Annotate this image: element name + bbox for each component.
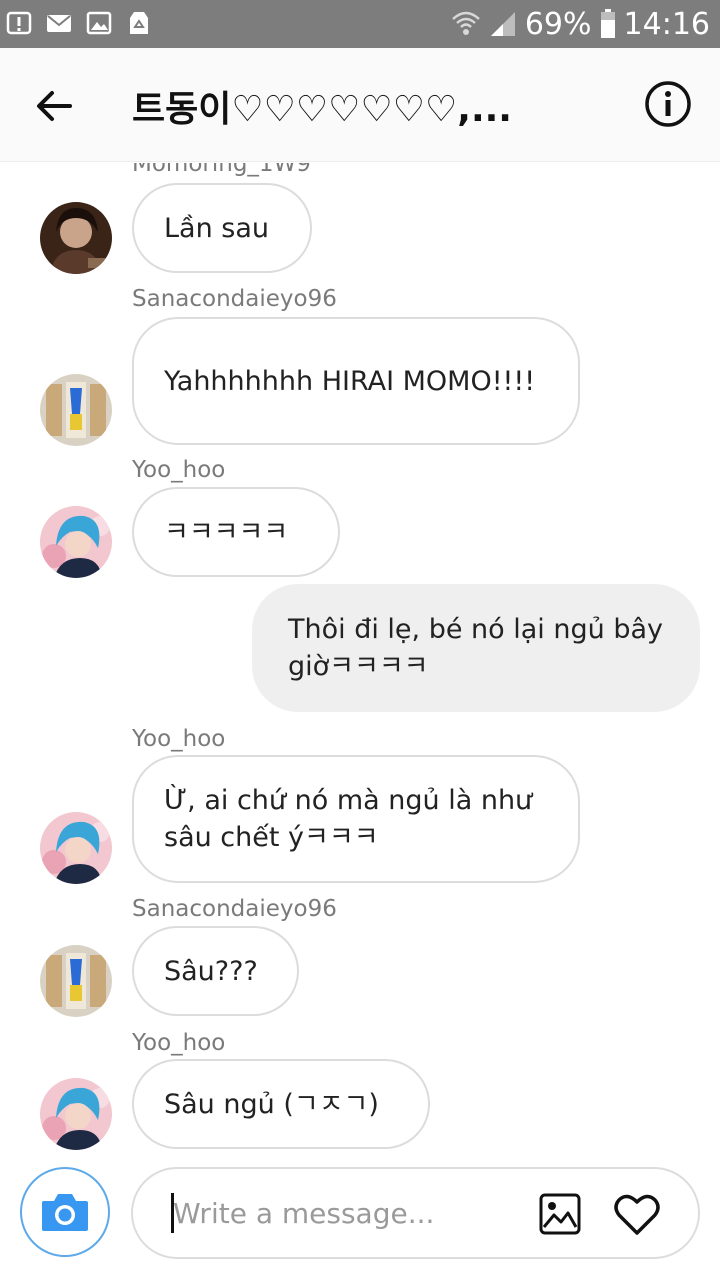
message-username: Yoo_hoo	[132, 457, 226, 483]
message-username: Yoo_hoo	[132, 1030, 226, 1056]
avatar-photo	[40, 812, 112, 884]
message-list[interactable]: Momoring_1W9 Lần sau Sanacondaieyo96 Yah…	[0, 163, 720, 1160]
battery-percent: 69%	[524, 6, 592, 42]
avatar-photo	[40, 506, 112, 578]
status-bar: 69% 14:16	[0, 0, 720, 48]
clock: 14:16	[623, 6, 710, 42]
message-username: Sanacondaieyo96	[132, 286, 337, 312]
message-composer	[0, 1160, 720, 1280]
message-text: Sâu???	[164, 955, 258, 987]
avatar[interactable]	[40, 1078, 112, 1150]
chat-header: 트동이♡♡♡♡♡♡♡,...	[0, 48, 720, 162]
avatar-photo	[40, 202, 112, 274]
back-arrow-icon[interactable]	[32, 84, 76, 128]
message-text: Sâu ngủ (ㄱㅈㄱ)	[164, 1088, 379, 1120]
camera-button[interactable]	[20, 1167, 110, 1257]
info-icon[interactable]	[644, 80, 692, 128]
avatar-photo	[40, 1078, 112, 1150]
battery-icon	[600, 9, 615, 38]
gallery-icon[interactable]	[539, 1193, 581, 1235]
avatar-photo	[40, 374, 112, 446]
heart-icon[interactable]	[613, 1191, 661, 1237]
avatar[interactable]	[40, 812, 112, 884]
message-bubble[interactable]: Ừ, ai chứ nó mà ngủ là như sâu chết ýㅋㅋㅋ	[132, 755, 580, 883]
message-username: Yoo_hoo	[132, 726, 226, 752]
message-text: Thôi đi lẹ, bé nó lại ngủ bây giờㅋㅋㅋㅋ	[288, 614, 663, 682]
recycle-notification-icon	[130, 12, 148, 34]
avatar[interactable]	[40, 506, 112, 578]
mail-notification-icon	[47, 15, 71, 32]
camera-icon	[42, 1194, 88, 1231]
alert-notification-icon	[6, 11, 32, 35]
message-bubble[interactable]: ㅋㅋㅋㅋㅋ	[132, 487, 340, 577]
avatar[interactable]	[40, 202, 112, 274]
message-username: Momoring_1W9	[132, 163, 311, 177]
message-bubble[interactable]: Yahhhhhhh HIRAI MOMO!!!!	[132, 317, 580, 445]
avatar[interactable]	[40, 374, 112, 446]
signal-icon	[490, 12, 515, 36]
thread-title[interactable]: 트동이♡♡♡♡♡♡♡,...	[132, 80, 512, 132]
notification-icons	[6, 10, 152, 36]
message-input-box[interactable]	[131, 1167, 700, 1259]
message-text: Ừ, ai chứ nó mà ngủ là như sâu chết ýㅋㅋㅋ	[164, 785, 533, 853]
message-text: Yahhhhhhh HIRAI MOMO!!!!	[164, 365, 536, 397]
message-bubble[interactable]: Sâu ngủ (ㄱㅈㄱ)	[132, 1059, 430, 1149]
wifi-icon	[451, 11, 480, 35]
message-bubble[interactable]: Sâu???	[132, 926, 299, 1016]
message-text: ㅋㅋㅋㅋㅋ	[164, 516, 289, 548]
message-text: Lần sau	[164, 212, 270, 244]
message-input[interactable]	[173, 1189, 473, 1237]
system-indicators: 69% 14:16	[451, 6, 710, 42]
message-username: Sanacondaieyo96	[132, 896, 337, 922]
avatar[interactable]	[40, 945, 112, 1017]
message-bubble[interactable]: Lần sau	[132, 183, 312, 273]
image-notification-icon	[86, 11, 112, 35]
avatar-photo	[40, 945, 112, 1017]
my-message-bubble[interactable]: Thôi đi lẹ, bé nó lại ngủ bây giờㅋㅋㅋㅋ	[252, 584, 700, 712]
